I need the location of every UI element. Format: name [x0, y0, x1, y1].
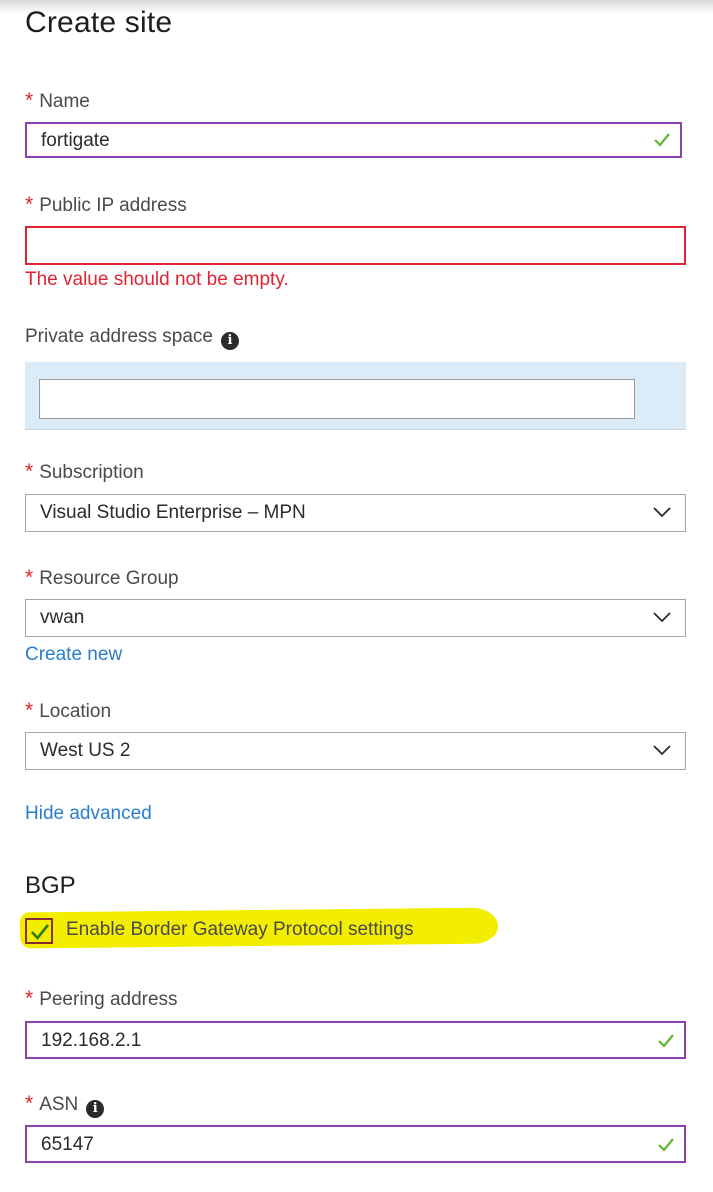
public-ip-label: * Public IP address — [25, 193, 187, 216]
location-dropdown[interactable]: West US 2 — [25, 732, 686, 770]
chevron-down-icon — [653, 612, 671, 623]
required-asterisk: * — [25, 566, 34, 589]
public-ip-error: The value should not be empty. — [25, 269, 289, 290]
check-icon — [658, 1034, 674, 1048]
required-asterisk: * — [25, 460, 34, 483]
bgp-heading: BGP — [25, 872, 76, 899]
required-asterisk: * — [25, 987, 34, 1010]
name-field[interactable]: fortigate — [25, 122, 682, 158]
required-asterisk: * — [25, 1092, 34, 1115]
private-space-label: Private address space i — [25, 326, 239, 350]
required-asterisk: * — [25, 699, 34, 722]
resource-group-label: * Resource Group — [25, 566, 179, 589]
asn-value: 65147 — [41, 1134, 94, 1155]
check-icon — [658, 1138, 674, 1152]
peering-value: 192.168.2.1 — [41, 1030, 142, 1051]
create-new-link[interactable]: Create new — [25, 644, 122, 666]
hide-advanced-link[interactable]: Hide advanced — [25, 803, 152, 825]
required-asterisk: * — [25, 193, 34, 216]
name-value: fortigate — [41, 130, 110, 151]
asn-field[interactable]: 65147 — [25, 1125, 686, 1163]
enable-bgp-checkbox[interactable] — [25, 918, 53, 944]
subscription-label: * Subscription — [25, 460, 144, 483]
info-icon[interactable]: i — [86, 1100, 105, 1118]
page-title: Create site — [25, 6, 173, 39]
subscription-value: Visual Studio Enterprise – MPN — [40, 502, 306, 523]
subscription-dropdown[interactable]: Visual Studio Enterprise – MPN — [25, 494, 686, 532]
check-icon — [31, 924, 50, 940]
check-icon — [654, 133, 670, 147]
enable-bgp-label[interactable]: Enable Border Gateway Protocol settings — [66, 919, 413, 941]
resource-group-dropdown[interactable]: vwan — [25, 599, 686, 637]
location-value: West US 2 — [40, 740, 131, 761]
resource-group-value: vwan — [40, 607, 85, 628]
chevron-down-icon — [653, 745, 671, 756]
peering-label: * Peering address — [25, 987, 178, 1010]
info-icon[interactable]: i — [221, 332, 239, 350]
peering-address-field[interactable]: 192.168.2.1 — [25, 1021, 686, 1059]
location-label: * Location — [25, 699, 112, 722]
required-asterisk: * — [25, 89, 34, 112]
public-ip-field[interactable] — [25, 226, 686, 265]
chevron-down-icon — [653, 507, 671, 518]
private-space-area — [25, 362, 686, 430]
private-space-input[interactable] — [39, 379, 635, 419]
name-label: * Name — [25, 89, 90, 112]
asn-label: * ASN i — [25, 1092, 105, 1118]
